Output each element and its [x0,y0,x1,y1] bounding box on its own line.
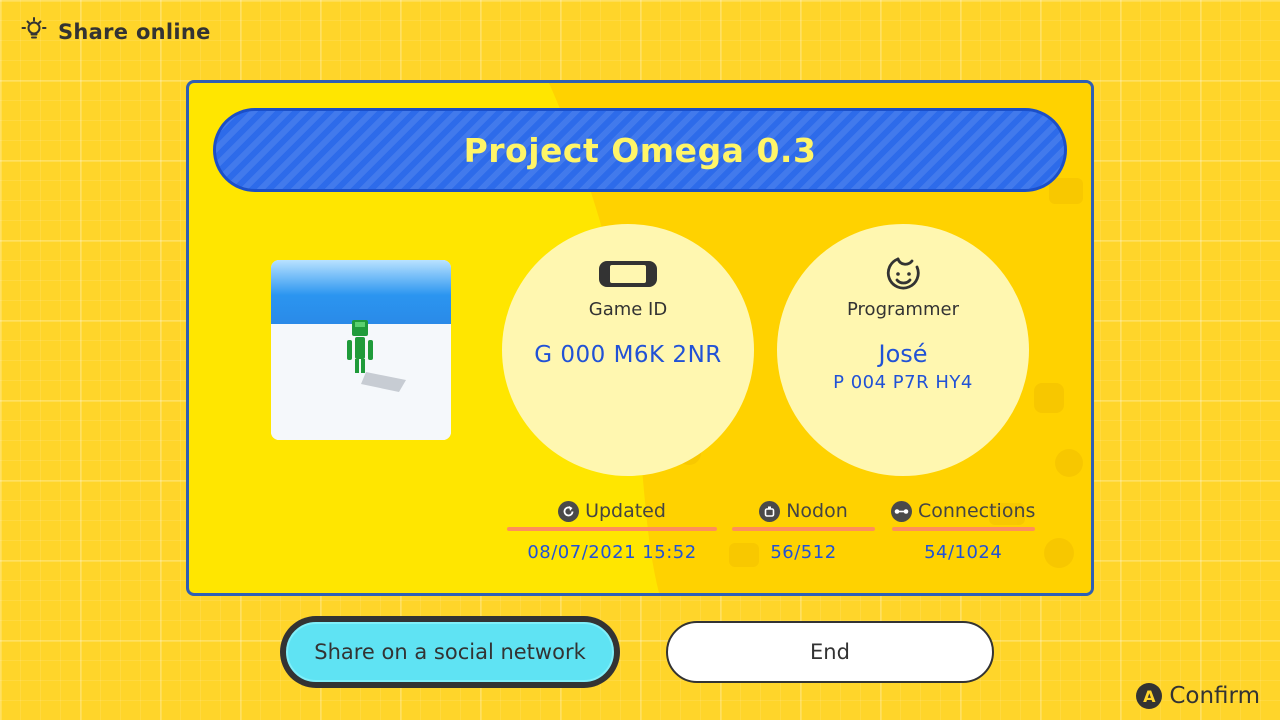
switch-console-icon [598,257,658,291]
programmer-label: Programmer [847,299,959,320]
title-banner: Project Omega 0.3 [213,108,1067,192]
game-id-label: Game ID [588,299,668,320]
updated-underline [507,527,717,531]
programmer-panel: Programmer José P 004 P7R HY4 [777,224,1029,476]
lightbulb-icon [20,16,48,48]
connection-icon [891,500,912,522]
game-thumbnail [271,260,451,440]
screen-header: Share online [20,16,211,48]
nodon-underline [732,527,875,531]
updated-stat: Updated 08/07/2021 15:52 [507,498,717,563]
programmer-name: José [878,340,928,368]
a-button-icon: A [1136,683,1163,709]
updated-value: 08/07/2021 15:52 [527,542,697,563]
updated-label: Updated [585,500,666,522]
game-info-card: Project Omega 0.3 Game ID G 000 M6K 2NR … [186,80,1094,596]
nodon-stat: Nodon 56/512 [732,498,875,563]
share-button-label: Share on a social network [286,622,614,682]
share-social-network-button[interactable]: Share on a social network [280,616,620,688]
screen-title: Share online [58,20,211,44]
nodon-value: 56/512 [770,542,837,563]
connections-underline [891,527,1035,531]
connections-stat: Connections 54/1024 [891,498,1035,563]
end-button[interactable]: End [666,621,994,683]
nodon-label: Nodon [786,500,848,522]
programmer-id: P 004 P7R HY4 [833,372,973,393]
refresh-icon [558,500,580,522]
game-id-panel: Game ID G 000 M6K 2NR [502,224,754,476]
connections-value: 54/1024 [924,542,1003,563]
game-title: Project Omega 0.3 [463,130,817,170]
confirm-hint[interactable]: A Confirm [1136,683,1260,709]
nodon-icon [759,500,781,522]
connections-label: Connections [918,500,1036,522]
face-icon [883,257,923,291]
confirm-label: Confirm [1169,683,1260,709]
game-id-value: G 000 M6K 2NR [534,342,722,368]
